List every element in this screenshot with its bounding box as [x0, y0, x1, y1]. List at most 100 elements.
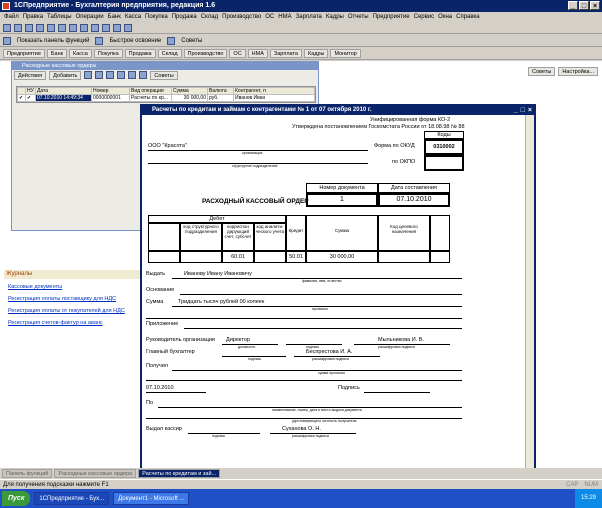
section-sales[interactable]: Продажа: [124, 49, 156, 58]
menu-item-nma[interactable]: НМА: [278, 12, 291, 22]
maximize-button[interactable]: □: [579, 1, 589, 10]
journal-link-cash-docs[interactable]: Кассовые документы: [8, 284, 62, 290]
refresh-icon[interactable]: [128, 71, 137, 79]
workspace-tips-button[interactable]: Советы: [528, 67, 556, 76]
col-header-sum[interactable]: Сумма: [171, 87, 208, 95]
menu-item-cash[interactable]: Касса: [125, 12, 141, 22]
head-label: Руководитель организации: [146, 337, 216, 343]
doc-maximize-button[interactable]: □: [521, 106, 525, 115]
section-production[interactable]: Производство: [183, 49, 228, 58]
journal-link-advance-invoice[interactable]: Регистрация счетов-фактур на аванс: [8, 320, 103, 326]
journal-link-supplier-vat[interactable]: Регистрация оплаты поставщику для НДС: [8, 296, 116, 302]
undo-icon[interactable]: [69, 23, 77, 32]
menu-item-purchase[interactable]: Покупка: [145, 12, 168, 22]
doc-close-button[interactable]: ×: [528, 106, 532, 115]
edit-icon[interactable]: [95, 71, 104, 79]
section-enterprise[interactable]: Предприятие: [3, 49, 45, 58]
tab-cash-orders[interactable]: Расходные кассовые ордера: [54, 469, 137, 478]
col-header-icon[interactable]: [17, 87, 26, 95]
copy-icon[interactable]: [47, 23, 55, 32]
issue-caption: фамилия, имя, отчество: [302, 279, 342, 283]
sum-label: Сумма: [146, 299, 164, 305]
menu-item-file[interactable]: Файл: [4, 12, 19, 22]
by-label: По: [146, 400, 154, 406]
col-header-date[interactable]: Дата: [35, 87, 92, 95]
workspace-settings-button[interactable]: Настройка...: [558, 67, 598, 76]
save-icon[interactable]: [25, 23, 33, 32]
menu-item-warehouse[interactable]: Склад: [201, 12, 218, 22]
document-title: Расчеты по кредитам и займам с контраген…: [152, 107, 372, 113]
add-button[interactable]: Добавить: [49, 70, 82, 80]
tab-functions-panel[interactable]: Панель функций: [2, 469, 53, 478]
menu-item-sales[interactable]: Продажа: [172, 12, 197, 22]
doc-minimize-button[interactable]: _: [514, 106, 518, 115]
org-caption: организация: [242, 151, 263, 155]
section-os[interactable]: ОС: [229, 49, 246, 58]
head-decode-caption: расшифровка подписи: [378, 345, 415, 349]
delete-icon[interactable]: [106, 71, 115, 79]
actions-menu-button[interactable]: Действия: [14, 70, 47, 80]
find-icon[interactable]: [80, 23, 88, 32]
cash-order-print-window[interactable]: Расчеты по кредитам и займам с контраген…: [140, 104, 536, 470]
list-toolbar: Действия Добавить Советы: [12, 70, 318, 80]
calculator-icon[interactable]: [102, 23, 110, 32]
menu-item-windows[interactable]: Окна: [438, 12, 452, 22]
taskbar-item-1c[interactable]: 1СПредприятие - Бух...: [34, 492, 110, 505]
journal-link-customer-vat[interactable]: Регистрация оплаты от покупателей для НД…: [8, 308, 125, 314]
col-header-nu[interactable]: НУ: [25, 87, 36, 95]
cut-icon[interactable]: [36, 23, 44, 32]
tips-button[interactable]: Советы: [181, 38, 202, 44]
menu-item-enterprise[interactable]: Предприятие: [373, 12, 410, 22]
paste-icon[interactable]: [58, 23, 66, 32]
col-header-currency[interactable]: Валюта: [207, 87, 234, 95]
section-monitor[interactable]: Монитор: [330, 49, 361, 58]
menu-item-reports[interactable]: Отчеты: [348, 12, 369, 22]
cashier-label: Выдал кассир: [146, 426, 182, 432]
close-button[interactable]: ×: [590, 1, 600, 10]
standard-toolbar: [0, 22, 602, 34]
menu-item-os[interactable]: ОС: [265, 12, 274, 22]
section-nma[interactable]: НМА: [247, 49, 268, 58]
menu-item-salary[interactable]: Зарплата: [296, 12, 322, 22]
col-corr-header: корреспон дирующий счет, субсчет: [222, 223, 254, 251]
accountant-label: Главный бухгалтер: [146, 349, 195, 355]
section-salary[interactable]: Зарплата: [269, 49, 302, 58]
filter-icon[interactable]: [117, 71, 126, 79]
tab-loans-calculation[interactable]: Расчеты по кредитам и зай...: [138, 469, 221, 478]
start-button[interactable]: Пуск: [2, 491, 31, 506]
calendar-icon[interactable]: [113, 23, 121, 32]
list-tips-button[interactable]: Советы: [150, 70, 178, 80]
menu-item-help[interactable]: Справка: [456, 12, 480, 22]
menu-item-service[interactable]: Сервис: [414, 12, 435, 22]
menu-item-staff[interactable]: Кадры: [326, 12, 344, 22]
section-cash[interactable]: Касса: [69, 49, 92, 58]
section-warehouse[interactable]: Склад: [157, 49, 182, 58]
menu-item-tables[interactable]: Таблицы: [47, 12, 72, 22]
print-icon[interactable]: [139, 71, 148, 79]
help-icon[interactable]: [124, 23, 132, 32]
print-icon[interactable]: [91, 23, 99, 32]
section-staff[interactable]: Кадры: [304, 49, 329, 58]
taskbar-item-word[interactable]: Документ1 - Microsoft ...: [113, 492, 190, 505]
col-extra-header: [430, 215, 450, 251]
menu-item-edit[interactable]: Правка: [23, 12, 43, 22]
section-purchase[interactable]: Покупка: [93, 49, 123, 58]
id-caption: наименование, номер, дата и место выдачи…: [272, 408, 362, 412]
col-header-number[interactable]: Номер: [91, 87, 130, 95]
cashier-decode-caption: расшифровка подписи: [292, 434, 329, 438]
show-panel-button[interactable]: Показать панель функций: [17, 38, 89, 44]
menu-item-bank[interactable]: Банк: [108, 12, 121, 22]
copy-icon[interactable]: [84, 71, 93, 79]
new-icon[interactable]: [3, 23, 11, 32]
open-icon[interactable]: [14, 23, 22, 32]
section-bank[interactable]: Банк: [46, 49, 68, 58]
table-row[interactable]: ✔ ✔ 07.10.2010 14:49:34 0000000001 Расче…: [17, 94, 315, 102]
col-credit-header: Кредит: [286, 215, 306, 251]
date2-line: [146, 392, 206, 393]
col-header-operation[interactable]: Вид операции: [129, 87, 172, 95]
menu-item-operations[interactable]: Операции: [76, 12, 104, 22]
minimize-button[interactable]: _: [568, 1, 578, 10]
col-header-counterparty[interactable]: Контрагент, п: [233, 87, 315, 95]
quick-start-button[interactable]: Быстрое освоение: [109, 38, 161, 44]
menu-item-production[interactable]: Производство: [222, 12, 261, 22]
